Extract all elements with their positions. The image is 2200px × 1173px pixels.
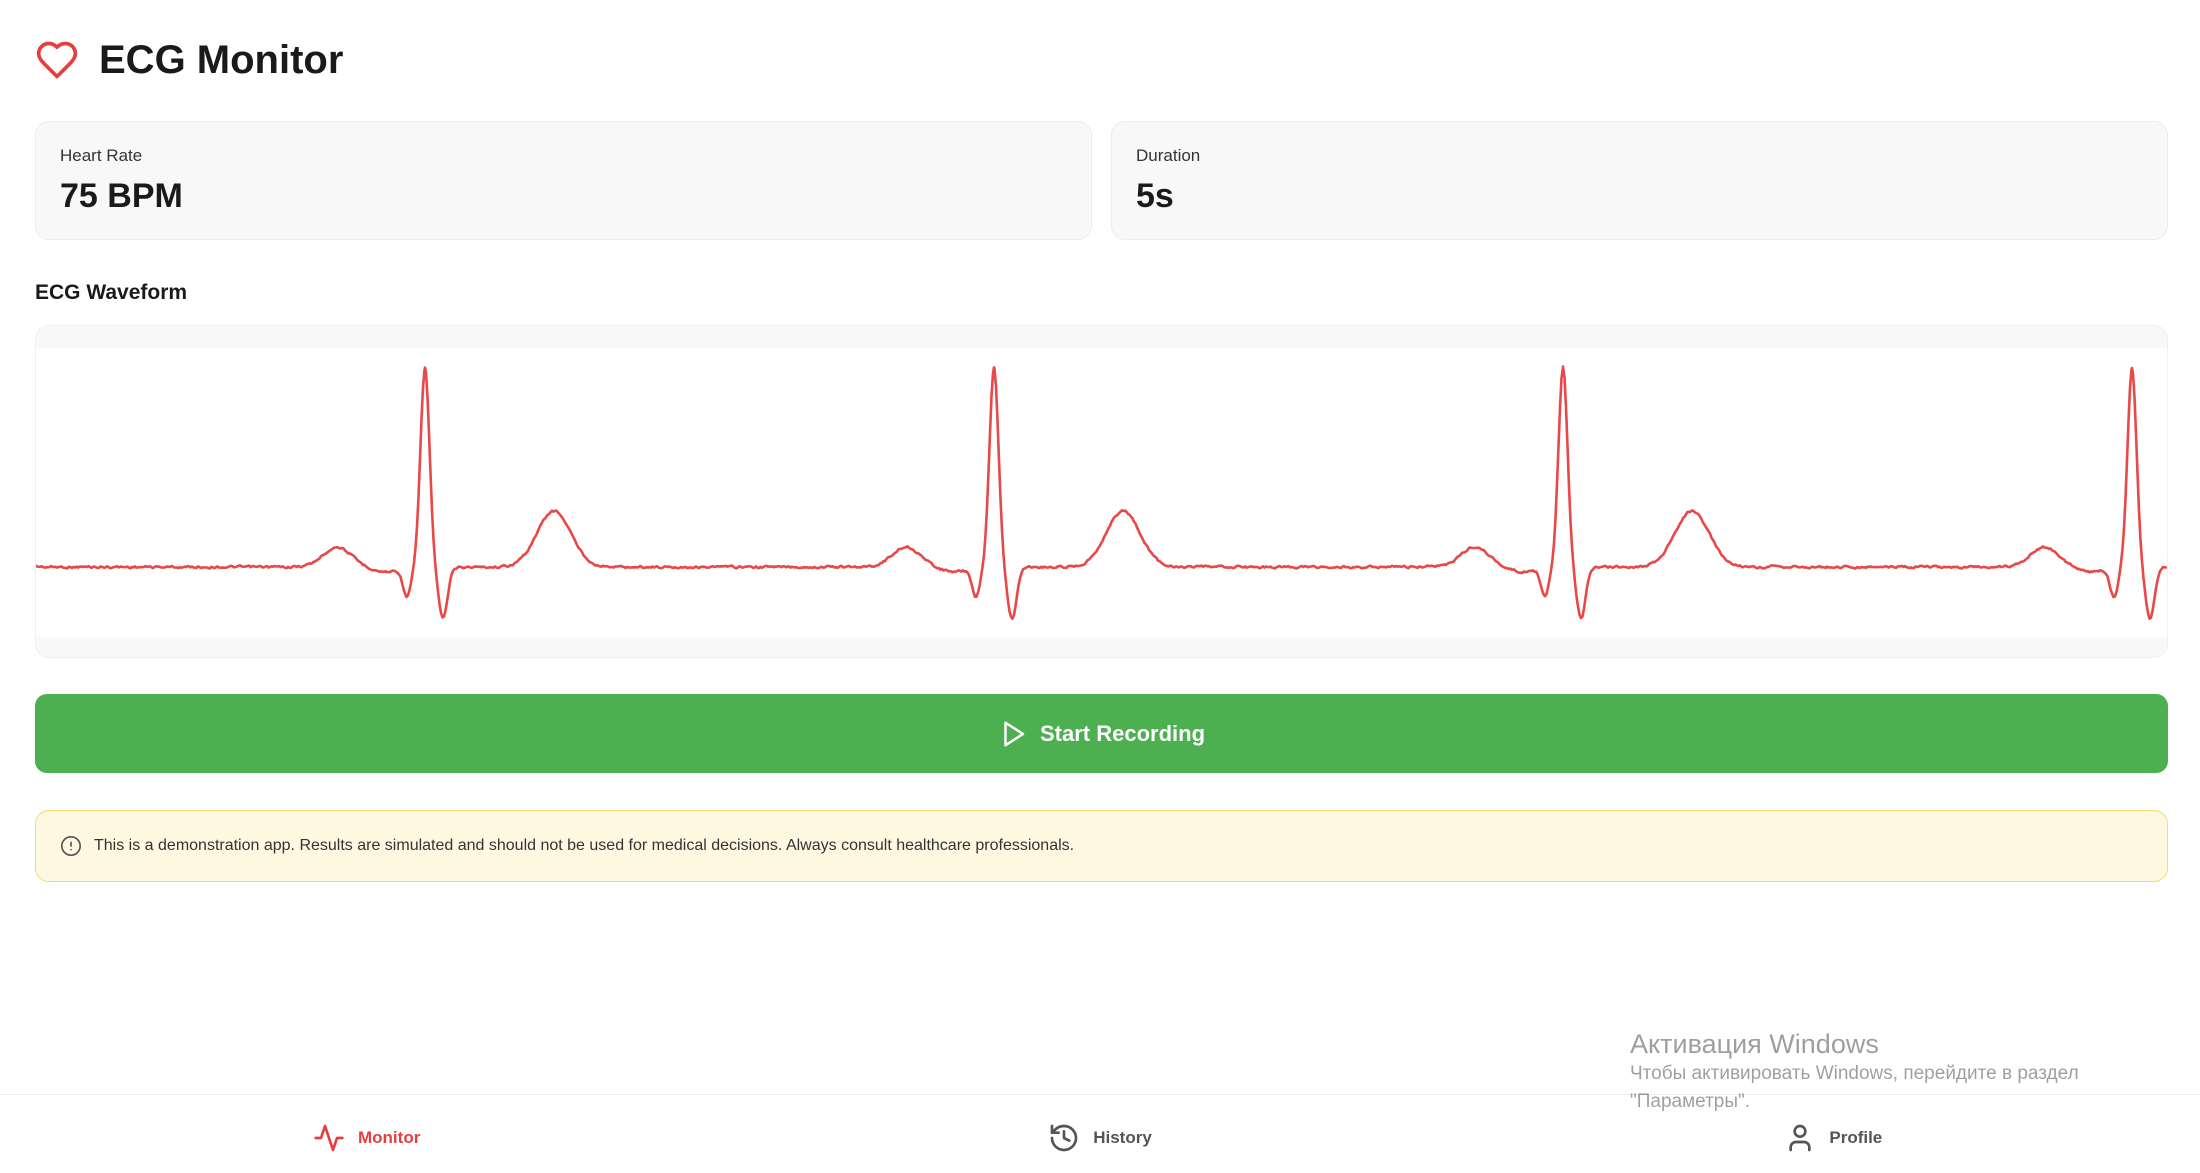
- nav-item-label: Profile: [1829, 1128, 1883, 1147]
- waveform-title: ECG Waveform: [35, 281, 188, 304]
- nav-item-label: Monitor: [358, 1128, 421, 1147]
- duration-value: 5s: [1136, 177, 1174, 215]
- user-icon: [1784, 1122, 1816, 1154]
- history-icon: [1048, 1122, 1080, 1154]
- bottom-navigation: Monitor History Profile: [0, 1094, 2200, 1173]
- start-recording-button[interactable]: Start Recording: [35, 694, 2168, 773]
- heart-rate-value: 75 BPM: [60, 177, 183, 215]
- disclaimer-text: This is a demonstration app. Results are…: [94, 837, 1075, 854]
- ecg-trace: [36, 365, 2167, 620]
- watermark-line: Чтобы активировать Windows, перейдите в …: [1630, 1063, 2079, 1084]
- page-title: ECG Monitor: [99, 38, 344, 82]
- nav-item-history[interactable]: History: [733, 1095, 1466, 1173]
- watermark-title: Активация Windows: [1630, 1029, 1879, 1059]
- duration-label: Duration: [1136, 146, 1201, 165]
- heart-icon: [35, 38, 79, 82]
- stats-row: Heart Rate 75 BPM Duration 5s: [35, 121, 2168, 240]
- heart-rate-card: Heart Rate 75 BPM: [35, 121, 1092, 240]
- nav-item-profile[interactable]: Profile: [1467, 1095, 2200, 1173]
- waveform-panel: [35, 325, 2168, 658]
- nav-item-monitor[interactable]: Monitor: [0, 1095, 733, 1173]
- activity-icon: [313, 1122, 345, 1154]
- duration-card: Duration 5s: [1111, 121, 2168, 240]
- play-icon: [998, 719, 1028, 749]
- alert-circle-icon: [60, 835, 82, 857]
- nav-item-label: History: [1093, 1128, 1152, 1147]
- ecg-waveform-chart: [36, 365, 2167, 620]
- waveform-canvas: [36, 348, 2167, 637]
- monitor-screen: ECG Monitor Heart Rate 75 BPM Duration 5…: [35, 0, 2168, 882]
- start-recording-label: Start Recording: [1039, 720, 1206, 746]
- heart-rate-label: Heart Rate: [60, 146, 143, 165]
- disclaimer-banner: This is a demonstration app. Results are…: [35, 810, 2168, 882]
- app-header: ECG Monitor: [35, 30, 2168, 90]
